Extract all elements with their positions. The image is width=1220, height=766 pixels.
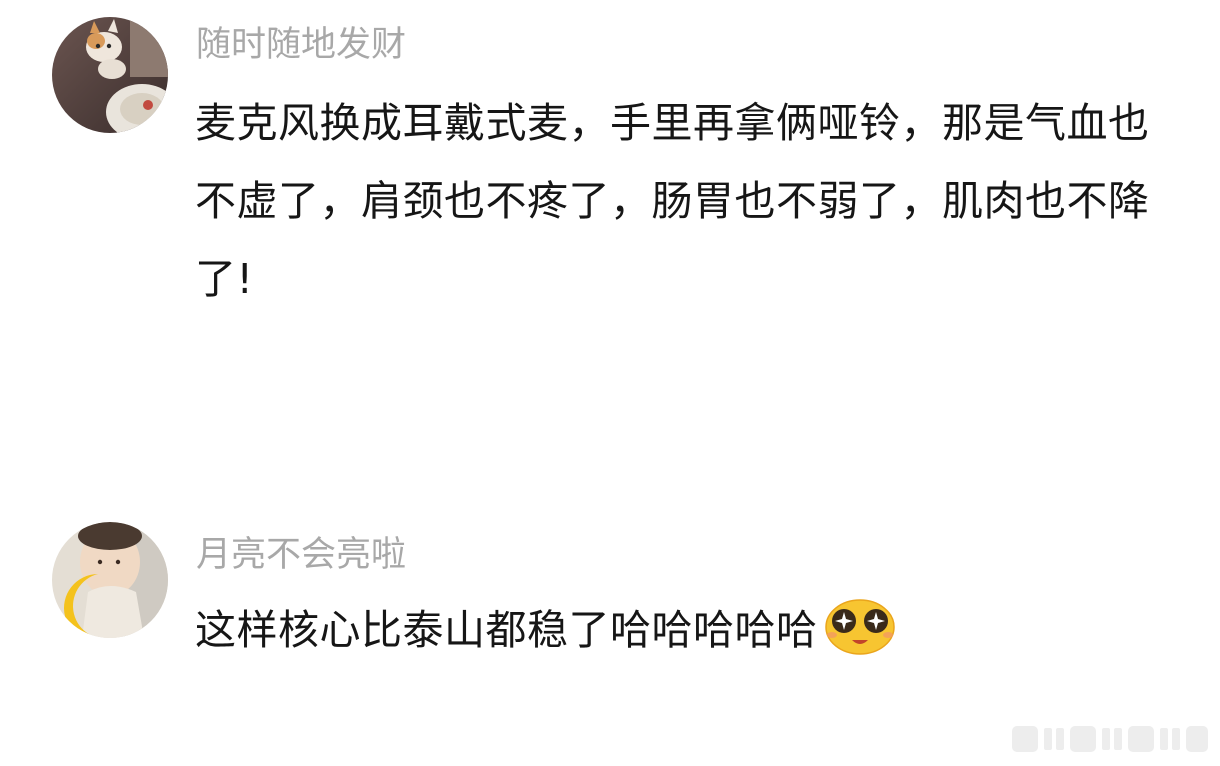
cat-photo-avatar[interactable] — [52, 17, 168, 133]
comment-text: 这样核心比泰山都稳了哈哈哈哈哈 — [195, 591, 1180, 669]
comment-text: 麦克风换成耳戴式麦，手里再拿俩哑铃，那是气血也不虚了，肩颈也不疼了，肠胃也不弱了… — [195, 99, 1150, 303]
comment-text-content: 这样核心比泰山都稳了哈哈哈哈哈 — [195, 606, 818, 654]
comment-thread: 随时随地发财 麦克风换成耳戴式麦，手里再拿俩哑铃，那是气血也不虚了，肩颈也不疼了… — [0, 0, 1220, 766]
username[interactable]: 随时随地发财 — [196, 23, 406, 67]
username[interactable]: 月亮不会亮啦 — [196, 533, 406, 577]
moon-photo-avatar[interactable] — [52, 522, 168, 638]
watermark-logo — [1010, 722, 1210, 756]
starry-eyes-emoji-icon — [820, 594, 898, 656]
